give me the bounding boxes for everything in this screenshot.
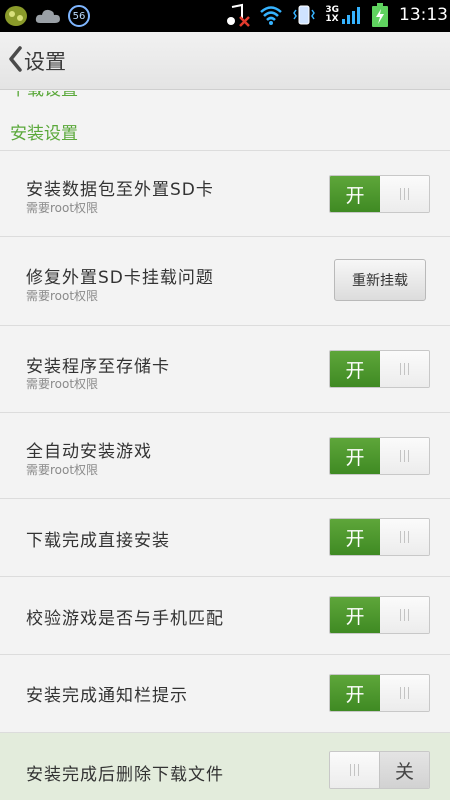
battery-charging-icon: [371, 3, 389, 27]
toggle-grip: [380, 176, 429, 212]
toggle-grip: [330, 752, 379, 788]
toggle-auto-install[interactable]: 开: [329, 437, 430, 475]
toggle-grip: [380, 675, 429, 711]
setting-title: 安装数据包至外置SD卡: [26, 180, 214, 200]
setting-title: 修复外置SD卡挂载问题: [26, 268, 214, 288]
setting-row-auto-install[interactable]: 全自动安装游戏 需要root权限 开: [0, 413, 450, 499]
setting-title: 安装完成后删除下载文件: [26, 765, 224, 785]
vibrate-icon: [291, 3, 317, 27]
setting-subtitle: 需要root权限: [26, 201, 99, 215]
setting-title: 校验游戏是否与手机匹配: [26, 609, 224, 629]
toggle-on-label: 开: [330, 597, 380, 633]
toggle-notify-on-install[interactable]: 开: [329, 674, 430, 712]
signal-icon: 3G 1X: [325, 3, 363, 27]
title-bar: 设置: [0, 32, 450, 90]
toggle-on-label: 开: [330, 176, 380, 212]
back-button[interactable]: 设置: [0, 32, 76, 90]
badge-56-icon: 56: [68, 4, 90, 28]
setting-row-verify-game[interactable]: 校验游戏是否与手机匹配 开: [0, 577, 450, 655]
chevron-left-icon: [8, 45, 22, 76]
toggle-install-on-download[interactable]: 开: [329, 518, 430, 556]
status-left: 56: [4, 4, 90, 28]
toggle-on-label: 开: [330, 519, 380, 555]
settings-list[interactable]: 下载设置 安装设置 安装数据包至外置SD卡 需要root权限 开 修复外置SD卡…: [0, 91, 450, 800]
setting-row-delete-after-install[interactable]: 安装完成后删除下载文件 关: [0, 733, 450, 800]
network-1x-label: 1X: [325, 14, 339, 24]
toggle-grip: [380, 597, 429, 633]
setting-row-install-data-sd[interactable]: 安装数据包至外置SD卡 需要root权限 开: [0, 151, 450, 237]
setting-row-fix-sd-mount[interactable]: 修复外置SD卡挂载问题 需要root权限 重新挂载: [0, 237, 450, 326]
toggle-grip: [380, 519, 429, 555]
status-right: 3G 1X 13:13: [225, 3, 448, 27]
clock: 13:13: [399, 5, 448, 25]
toggle-grip: [380, 438, 429, 474]
toggle-on-label: 开: [330, 438, 380, 474]
section-header-install: 安装设置: [10, 124, 78, 144]
setting-subtitle: 需要root权限: [26, 289, 99, 303]
toggle-on-label: 开: [330, 675, 380, 711]
toggle-install-data-sd[interactable]: 开: [329, 175, 430, 213]
setting-row-notify-on-install[interactable]: 安装完成通知栏提示 开: [0, 655, 450, 733]
remount-button[interactable]: 重新挂载: [334, 259, 426, 301]
setting-row-install-on-download[interactable]: 下载完成直接安装 开: [0, 499, 450, 577]
page-title: 设置: [24, 49, 66, 74]
setting-subtitle: 需要root权限: [26, 377, 99, 391]
toggle-off-label: 关: [379, 752, 429, 788]
cloud-icon: [34, 4, 62, 28]
toggle-delete-after-install[interactable]: 关: [329, 751, 430, 789]
toggle-grip: [380, 351, 429, 387]
setting-subtitle: 需要root权限: [26, 463, 99, 477]
wifi-icon: [259, 3, 283, 27]
section-header-download: 下载设置: [10, 91, 78, 100]
setting-title: 下载完成直接安装: [26, 531, 170, 551]
setting-title: 安装程序至存储卡: [26, 357, 170, 377]
setting-title: 安装完成通知栏提示: [26, 686, 188, 706]
badge-count: 56: [68, 5, 90, 27]
toggle-install-to-storage[interactable]: 开: [329, 350, 430, 388]
setting-row-install-to-storage[interactable]: 安装程序至存储卡 需要root权限 开: [0, 326, 450, 413]
toggle-on-label: 开: [330, 351, 380, 387]
setting-title: 全自动安装游戏: [26, 442, 152, 462]
toggle-verify-game[interactable]: 开: [329, 596, 430, 634]
app-icon: [4, 4, 28, 28]
status-bar: 56 3G 1X 13:13: [0, 0, 450, 32]
music-muted-icon: [225, 3, 251, 27]
